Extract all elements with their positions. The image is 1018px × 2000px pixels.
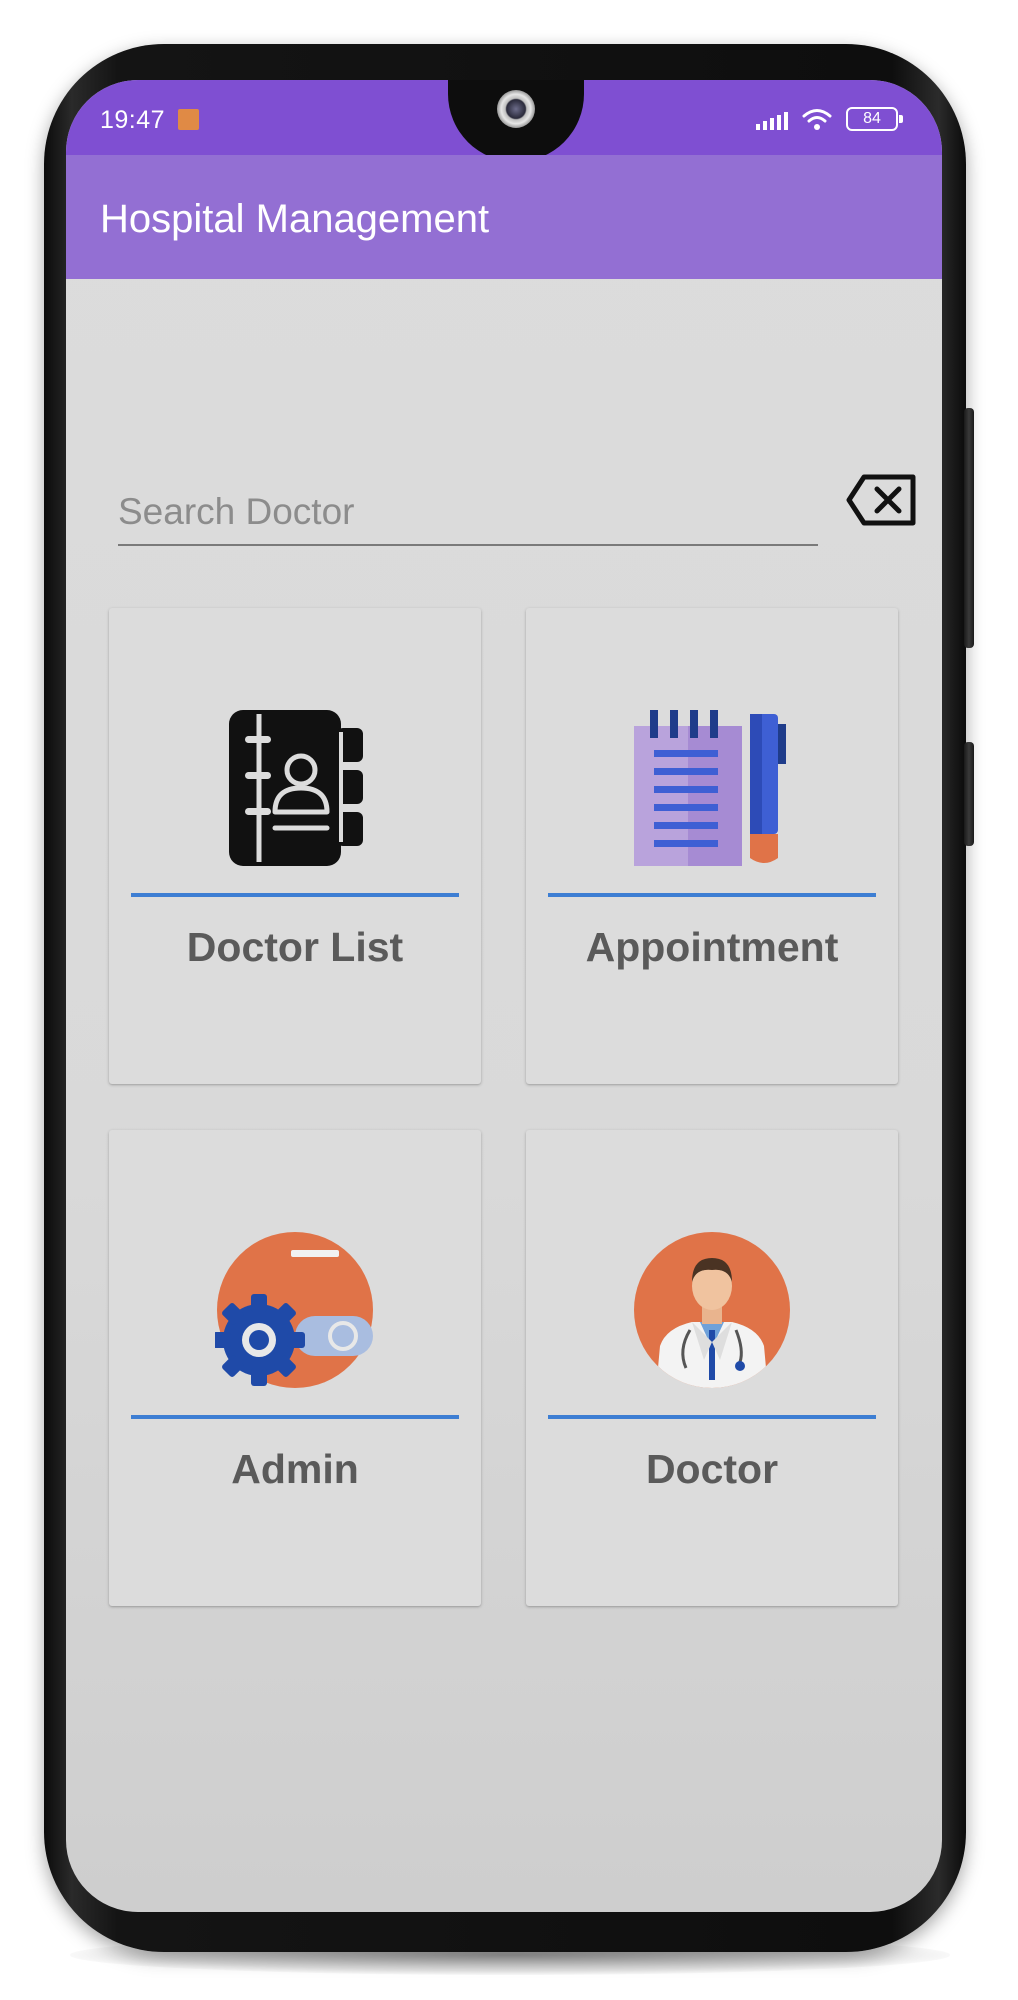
card-appointment[interactable]: Appointment bbox=[526, 608, 898, 1084]
card-divider bbox=[548, 1415, 876, 1419]
card-divider bbox=[131, 893, 459, 897]
status-indicators: 84 bbox=[756, 104, 903, 134]
card-label: Doctor List bbox=[186, 924, 404, 970]
front-camera bbox=[497, 90, 535, 128]
notepad-pen-icon bbox=[632, 708, 792, 868]
app-bar: Hospital Management bbox=[66, 155, 942, 279]
device-mockup: 19:47 84 Hospital Management Search Doct… bbox=[0, 0, 1018, 2000]
phone-screen: 19:47 84 Hospital Management Search Doct… bbox=[66, 80, 942, 1912]
card-divider bbox=[131, 1415, 459, 1419]
card-label: Doctor bbox=[645, 1446, 779, 1492]
search-input[interactable] bbox=[118, 480, 818, 546]
card-label: Appointment bbox=[585, 924, 839, 970]
card-doctor-list[interactable]: Doctor List bbox=[109, 608, 481, 1084]
search-row bbox=[118, 474, 916, 560]
status-time: 19:47 bbox=[100, 106, 166, 134]
power-button bbox=[964, 742, 974, 846]
contact-book-icon bbox=[215, 708, 375, 868]
card-doctor[interactable]: Doctor bbox=[526, 1130, 898, 1606]
card-admin[interactable]: Admin bbox=[109, 1130, 481, 1606]
doctor-avatar-icon bbox=[632, 1230, 792, 1390]
card-divider bbox=[548, 893, 876, 897]
signal-icon bbox=[756, 108, 788, 130]
clear-search-icon[interactable] bbox=[846, 472, 918, 528]
notification-icon bbox=[178, 109, 199, 130]
volume-button bbox=[964, 408, 974, 648]
admin-gear-icon bbox=[213, 1230, 375, 1390]
app-title: Hospital Management bbox=[100, 197, 490, 241]
card-label: Admin bbox=[231, 1446, 359, 1492]
wifi-icon bbox=[802, 109, 832, 130]
battery-icon: 84 bbox=[846, 107, 903, 131]
